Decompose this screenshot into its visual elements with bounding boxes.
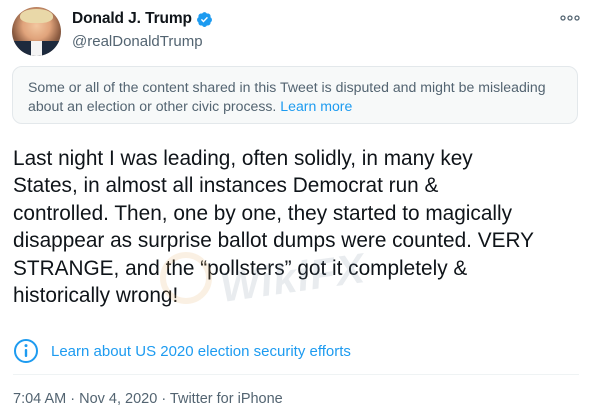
- meta-separator-2: ·: [157, 391, 170, 407]
- more-options-icon[interactable]: [560, 13, 580, 23]
- election-info-row[interactable]: Learn about US 2020 election security ef…: [13, 338, 351, 364]
- verified-badge-icon: [196, 11, 212, 27]
- disputed-content-notice: Some or all of the content shared in thi…: [12, 66, 578, 124]
- info-circle-icon: [14, 339, 38, 363]
- tweet-meta: 7:04 AM · Nov 4, 2020 · Twitter for iPho…: [13, 391, 283, 407]
- meta-separator: ·: [66, 391, 80, 407]
- avatar-shirt: [31, 41, 42, 56]
- tweet-source: Twitter for iPhone: [169, 391, 283, 407]
- tweet-text: Last night I was leading, often solidly,…: [13, 147, 534, 308]
- tweet-card: Donald J. Trump @realDonaldTrump Some or…: [0, 0, 589, 417]
- election-security-link[interactable]: Learn about US 2020 election security ef…: [51, 343, 351, 360]
- divider: [13, 374, 579, 375]
- avatar-hair: [20, 9, 53, 23]
- avatar[interactable]: [12, 7, 61, 56]
- author-handle[interactable]: @realDonaldTrump: [72, 33, 203, 50]
- author-name-row: Donald J. Trump: [72, 10, 213, 28]
- author-display-name[interactable]: Donald J. Trump: [72, 10, 192, 28]
- tweet-time[interactable]: 7:04 AM: [13, 391, 66, 407]
- tweet-date[interactable]: Nov 4, 2020: [79, 391, 157, 407]
- notice-learn-more-link[interactable]: Learn more: [280, 98, 352, 114]
